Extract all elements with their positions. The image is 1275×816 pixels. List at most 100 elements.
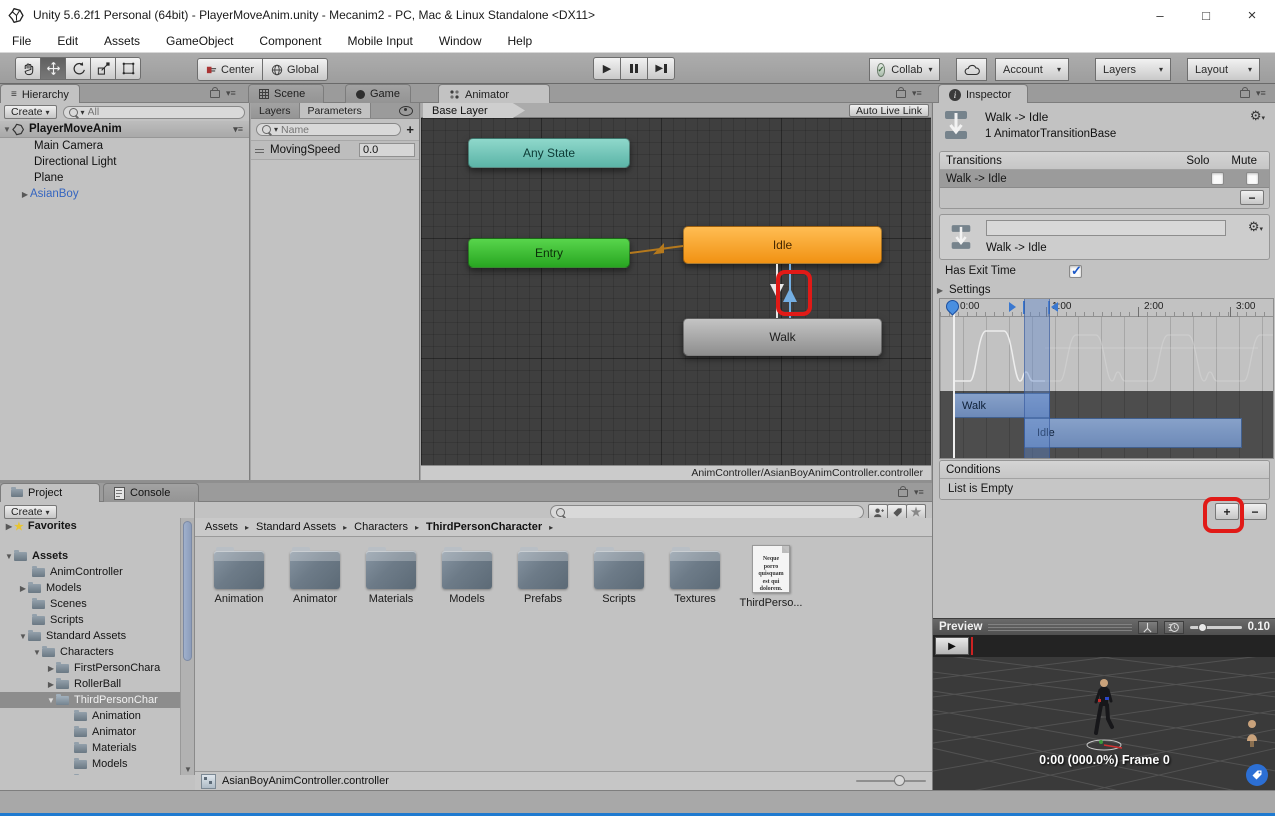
preview-header[interactable]: Preview 0.10 bbox=[933, 618, 1275, 635]
parameter-search-input[interactable]: ▾ bbox=[256, 123, 401, 136]
expand-arrow-icon[interactable]: ▼ bbox=[4, 552, 14, 561]
close-button[interactable]: × bbox=[1229, 0, 1275, 30]
panel-menu-icon[interactable]: ▾≡ bbox=[226, 88, 236, 99]
preview-playhead[interactable] bbox=[971, 637, 973, 655]
tree-item-animcontroller[interactable]: AnimController bbox=[0, 564, 180, 580]
state-node-any-state[interactable]: Any State bbox=[468, 138, 630, 168]
folder-tile-textures[interactable]: Textures bbox=[661, 551, 729, 605]
lock-icon[interactable] bbox=[210, 90, 220, 98]
tree-item-animation[interactable]: Animation bbox=[0, 708, 180, 724]
project-tree-scrollbar[interactable]: ▼ bbox=[180, 518, 194, 775]
scale-tool-button[interactable] bbox=[90, 57, 116, 80]
has-exit-time-checkbox[interactable] bbox=[1069, 265, 1082, 278]
expand-arrow-icon[interactable]: ▼ bbox=[2, 125, 12, 134]
folder-tile-materials[interactable]: Materials bbox=[357, 551, 425, 605]
scroll-down-arrow-icon[interactable]: ▼ bbox=[184, 765, 192, 774]
panel-menu-icon[interactable]: ▾≡ bbox=[914, 487, 924, 498]
hierarchy-item-plane[interactable]: Plane bbox=[0, 170, 249, 186]
tree-item-thirdpersoncharacter[interactable]: ▼ThirdPersonChar bbox=[0, 692, 180, 708]
animator-graph[interactable]: Any State Entry Idle Walk bbox=[421, 118, 931, 465]
lock-icon[interactable] bbox=[1240, 90, 1250, 98]
timeline-playhead-line[interactable] bbox=[953, 311, 955, 458]
transition-end-marker[interactable] bbox=[1051, 302, 1058, 312]
menu-mobile-input[interactable]: Mobile Input bbox=[347, 34, 412, 48]
preview-drag-grip[interactable] bbox=[988, 624, 1131, 631]
menu-gameobject[interactable]: GameObject bbox=[166, 34, 233, 48]
tree-item-standard-assets[interactable]: ▼Standard Assets bbox=[0, 628, 180, 644]
project-search-input[interactable] bbox=[550, 505, 864, 519]
transition-timeline[interactable]: 0:00 1:00 2:00 3:00 Walk bbox=[939, 298, 1274, 459]
breadcrumb-characters[interactable]: Characters bbox=[354, 521, 408, 533]
transition-row-selected[interactable]: Walk -> Idle bbox=[940, 170, 1269, 188]
tab-console[interactable]: Console bbox=[103, 483, 199, 502]
preview-viewport[interactable]: 0:00 (000.0%) Frame 0 bbox=[933, 657, 1275, 790]
tree-item-characters[interactable]: ▼Characters bbox=[0, 644, 180, 660]
gear-icon[interactable]: ⚙▾ bbox=[1250, 109, 1265, 122]
menu-window[interactable]: Window bbox=[439, 34, 482, 48]
folder-tile-models[interactable]: Models bbox=[433, 551, 501, 605]
timeline-bar-idle[interactable]: Idle bbox=[1024, 418, 1242, 448]
preview-pivot-button[interactable] bbox=[1138, 621, 1158, 634]
folder-tile-prefabs[interactable]: Prefabs bbox=[509, 551, 577, 605]
expand-arrow-icon[interactable]: ▼ bbox=[18, 632, 28, 641]
tree-item-models2[interactable]: Models bbox=[0, 756, 180, 772]
preview-speed-button[interactable] bbox=[1164, 621, 1184, 634]
tab-animator[interactable]: Animator bbox=[438, 84, 550, 104]
breadcrumb-standard-assets[interactable]: Standard Assets bbox=[256, 521, 336, 533]
cloud-button[interactable] bbox=[956, 58, 987, 81]
tab-game[interactable]: Game bbox=[345, 84, 411, 103]
preview-play-button[interactable]: ▶ bbox=[935, 637, 969, 655]
settings-foldout[interactable]: ▶ Settings bbox=[935, 284, 991, 296]
tree-item-assets[interactable]: ▼ Assets bbox=[0, 548, 180, 564]
expand-arrow-icon[interactable]: ▶ bbox=[20, 190, 30, 199]
parameter-row[interactable]: MovingSpeed 0.0 bbox=[251, 140, 419, 160]
solo-checkbox[interactable] bbox=[1211, 172, 1224, 185]
minimize-button[interactable]: – bbox=[1137, 0, 1183, 30]
transition-start-marker[interactable] bbox=[1009, 302, 1016, 312]
scene-root-row[interactable]: ▼ PlayerMoveAnim ▾≡ bbox=[0, 121, 249, 138]
project-create-button[interactable]: Create ▾ bbox=[4, 505, 57, 519]
tree-item-rollerball[interactable]: ▶RollerBall bbox=[0, 676, 180, 692]
tree-item-animator[interactable]: Animator bbox=[0, 724, 180, 740]
hierarchy-create-button[interactable]: Create ▾ bbox=[4, 105, 57, 119]
tab-hierarchy[interactable]: ≡ Hierarchy bbox=[0, 84, 80, 104]
parameter-search-field[interactable] bbox=[281, 124, 395, 136]
scrollbar-thumb[interactable] bbox=[183, 521, 192, 661]
menu-help[interactable]: Help bbox=[508, 34, 533, 48]
move-tool-button[interactable] bbox=[40, 57, 66, 80]
state-node-entry[interactable]: Entry bbox=[468, 238, 630, 268]
account-dropdown[interactable]: Account ▾ bbox=[995, 58, 1069, 81]
lock-icon[interactable] bbox=[898, 489, 908, 497]
collapse-arrow-icon[interactable]: ▶ bbox=[18, 584, 28, 593]
add-parameter-button[interactable]: + bbox=[406, 122, 414, 137]
tag-button[interactable] bbox=[1246, 764, 1268, 786]
collapse-arrow-icon[interactable]: ▶ bbox=[4, 522, 14, 531]
folder-tile-animation[interactable]: Animation bbox=[205, 551, 273, 605]
menu-component[interactable]: Component bbox=[259, 34, 321, 48]
tree-item-prefabs[interactable]: Prefabs bbox=[0, 772, 180, 775]
tab-scene[interactable]: Scene bbox=[248, 84, 324, 103]
lock-icon[interactable] bbox=[896, 90, 906, 98]
remove-condition-button[interactable]: − bbox=[1243, 503, 1267, 520]
remove-transition-button[interactable]: − bbox=[1240, 190, 1264, 205]
breadcrumb-assets[interactable]: Assets bbox=[205, 521, 238, 533]
folder-tile-scripts[interactable]: Scripts bbox=[585, 551, 653, 605]
thumbnail-size-slider[interactable] bbox=[856, 780, 926, 782]
hand-tool-button[interactable] bbox=[15, 57, 41, 80]
state-node-idle[interactable]: Idle bbox=[683, 226, 882, 264]
play-button[interactable]: ▶ bbox=[593, 57, 621, 80]
rotate-tool-button[interactable] bbox=[65, 57, 91, 80]
file-tile-thirdperson[interactable]: Neque porro quisquam est qui dolorem. Th… bbox=[737, 545, 805, 609]
tab-parameters[interactable]: Parameters bbox=[300, 103, 371, 118]
expand-arrow-icon[interactable]: ▼ bbox=[46, 696, 56, 705]
hierarchy-search-field[interactable] bbox=[88, 106, 239, 118]
pivot-global-button[interactable]: Global bbox=[262, 58, 328, 81]
collab-dropdown[interactable]: ✓ Collab ▾ bbox=[869, 58, 940, 81]
preview-speed-slider[interactable] bbox=[1190, 626, 1242, 629]
breadcrumb-base-layer[interactable]: Base Layer bbox=[423, 103, 525, 118]
mute-checkbox[interactable] bbox=[1246, 172, 1259, 185]
eye-toggle[interactable] bbox=[399, 103, 419, 118]
maximize-button[interactable]: □ bbox=[1183, 0, 1229, 30]
project-search-field[interactable] bbox=[568, 506, 858, 518]
auto-live-link-button[interactable]: Auto Live Link bbox=[849, 104, 929, 117]
